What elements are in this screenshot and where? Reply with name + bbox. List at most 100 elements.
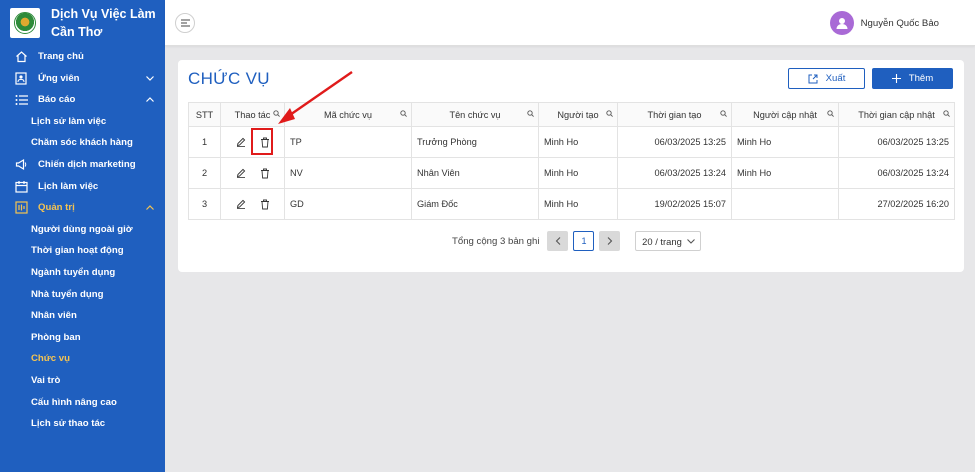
cell-actions <box>220 157 285 189</box>
sidebar-subitem-chuc-vu[interactable]: Chức vụ <box>0 348 165 370</box>
page-title: CHỨC VỤ <box>188 69 270 88</box>
sidebar-item-label: Báo cáo <box>38 94 76 106</box>
table-header-row: STT Thao tác Mã chức vụ Tên chức vụ Ngườ… <box>188 102 955 127</box>
export-label: Xuất <box>825 73 846 84</box>
current-page[interactable]: 1 <box>573 231 595 251</box>
search-icon[interactable] <box>720 110 727 117</box>
sidebar-item-label: Quản trị <box>38 202 75 214</box>
cell-creator: Minh Ho <box>538 188 618 220</box>
next-page-button[interactable] <box>599 231 621 251</box>
sidebar-subitem-thoi-gian-hoat-dong[interactable]: Thời gian hoạt động <box>0 240 165 262</box>
col-header-name: Tên chức vụ <box>411 102 539 127</box>
sidebar-item-bao-cao[interactable]: Báo cáo <box>0 89 165 111</box>
sidebar-subitem-nganh-tuyen-dung[interactable]: Ngành tuyển dụng <box>0 262 165 284</box>
pagination: Tổng cộng 3 bản ghi 1 20 / trang <box>452 231 702 251</box>
table-row: 1 TP Trưởng Phòng Minh Ho 06/03/2025 13:25 Mi… <box>188 126 955 158</box>
chevron-up-icon <box>145 94 155 105</box>
plus-icon <box>891 74 901 83</box>
table-row: 2 NV Nhân Viên Minh Ho 06/03/2025 13:24 Minh … <box>188 157 955 189</box>
cell-updated-at: 06/03/2025 13:24 <box>838 157 955 189</box>
add-label: Thêm <box>908 73 934 84</box>
sidebar-item-quan-tri[interactable]: Quản trị <box>0 197 165 219</box>
search-icon[interactable] <box>943 110 950 117</box>
sidebar-item-label: Ứng viên <box>38 72 80 84</box>
logo <box>10 8 40 38</box>
menu-toggle-button[interactable] <box>175 13 195 33</box>
cell-name: Giám Đốc <box>411 188 539 220</box>
sidebar-subitem-nha-tuyen-dung[interactable]: Nhà tuyển dụng <box>0 284 165 306</box>
export-button[interactable]: Xuất <box>788 68 865 89</box>
sidebar-subitem-phong-ban[interactable]: Phòng ban <box>0 327 165 349</box>
cell-actions <box>220 188 285 220</box>
sidebar-subitem-lich-su-lam-viec[interactable]: Lịch sử làm việc <box>0 111 165 133</box>
page-size-select[interactable]: 20 / trang <box>635 231 702 251</box>
search-icon[interactable] <box>400 110 407 117</box>
sidebar-item-trang-chu[interactable]: Trang chủ <box>0 46 165 68</box>
search-icon[interactable] <box>273 110 280 117</box>
user-name: Nguyễn Quốc Bảo <box>860 17 939 29</box>
search-icon[interactable] <box>527 110 534 117</box>
cell-stt: 1 <box>188 126 221 158</box>
col-header-created-at: Thời gian tạo <box>617 102 732 127</box>
sidebar-subitem-nhan-vien[interactable]: Nhân viên <box>0 305 165 327</box>
search-icon[interactable] <box>827 110 834 117</box>
brand-title: Dịch Vụ Việc Làm Cần Thơ <box>51 7 156 39</box>
home-icon <box>14 50 28 64</box>
total-records: Tổng cộng 3 bản ghi <box>452 235 540 247</box>
search-icon[interactable] <box>606 110 613 117</box>
cell-name: Nhân Viên <box>411 157 539 189</box>
cell-stt: 3 <box>188 188 221 220</box>
chevron-up-icon <box>145 202 155 213</box>
edit-icon[interactable] <box>234 166 248 180</box>
list-icon <box>14 93 28 107</box>
table-row: 3 GD Giám Đốc Minh Ho 19/02/2025 15:07 27/02/… <box>188 188 955 220</box>
sidebar-item-label: Lịch làm việc <box>38 180 99 192</box>
cell-updated-at: 06/03/2025 13:25 <box>838 126 955 158</box>
sidebar-subitem-cau-hinh-nang-cao[interactable]: Cấu hình nâng cao <box>0 392 165 414</box>
cell-code: GD <box>284 188 412 220</box>
col-header-creator: Người tạo <box>538 102 618 127</box>
col-header-actions: Thao tác <box>220 102 285 127</box>
megaphone-icon <box>14 158 28 172</box>
prev-page-button[interactable] <box>547 231 569 251</box>
sidebar-nav: Trang chủ Ứng viên Báo cáo Lịch sử làm việc… <box>0 46 165 435</box>
cell-code: TP <box>284 126 412 158</box>
edit-icon[interactable] <box>234 197 248 211</box>
delete-icon[interactable] <box>258 166 272 180</box>
cell-code: NV <box>284 157 412 189</box>
sidebar-subitem-vai-tro[interactable]: Vai trò <box>0 370 165 392</box>
user-menu[interactable]: Nguyễn Quốc Bảo <box>829 11 939 35</box>
col-header-updated-at: Thời gian cập nhật <box>838 102 955 127</box>
chevron-down-icon <box>145 73 155 84</box>
avatar <box>829 11 854 35</box>
sidebar-item-chien-dich-marketing[interactable]: Chiến dịch marketing <box>0 154 165 176</box>
positions-table: STT Thao tác Mã chức vụ Tên chức vụ Ngườ… <box>188 102 955 220</box>
annotation-highlight-box <box>251 128 273 155</box>
sidebar-item-label: Trang chủ <box>38 51 84 63</box>
brand[interactable]: Dịch Vụ Việc Làm Cần Thơ <box>0 0 165 46</box>
sidebar-item-label: Chiến dịch marketing <box>38 159 136 171</box>
sidebar-subitem-nguoi-dung-ngoai-gio[interactable]: Người dùng ngoài giờ <box>0 219 165 241</box>
cell-created-at: 19/02/2025 15:07 <box>617 188 732 220</box>
cell-updater <box>731 188 839 220</box>
sidebar-subitem-cham-soc-khach-hang[interactable]: Chăm sóc khách hàng <box>0 132 165 154</box>
chevron-down-icon <box>686 238 695 244</box>
cell-creator: Minh Ho <box>538 157 618 189</box>
col-header-updater: Người cập nhật <box>731 102 839 127</box>
cell-updated-at: 27/02/2025 16:20 <box>838 188 955 220</box>
sidebar-item-ung-vien[interactable]: Ứng viên <box>0 68 165 90</box>
topbar: Nguyễn Quốc Bảo <box>165 0 975 46</box>
col-header-code: Mã chức vụ <box>284 102 412 127</box>
menu-icon <box>180 19 190 27</box>
sidebar: Dịch Vụ Việc Làm Cần Thơ Trang chủ Ứng vi… <box>0 0 165 472</box>
edit-icon[interactable] <box>234 135 248 149</box>
sidebar-item-lich-lam-viec[interactable]: Lịch làm việc <box>0 176 165 198</box>
chevron-right-icon <box>607 237 613 245</box>
user-file-icon <box>14 71 28 85</box>
add-button[interactable]: Thêm <box>872 68 953 89</box>
delete-icon[interactable] <box>258 197 272 211</box>
sidebar-subitem-lich-su-thao-tac[interactable]: Lịch sử thao tác <box>0 413 165 435</box>
admin-icon <box>14 201 28 215</box>
cell-creator: Minh Ho <box>538 126 618 158</box>
cell-stt: 2 <box>188 157 221 189</box>
